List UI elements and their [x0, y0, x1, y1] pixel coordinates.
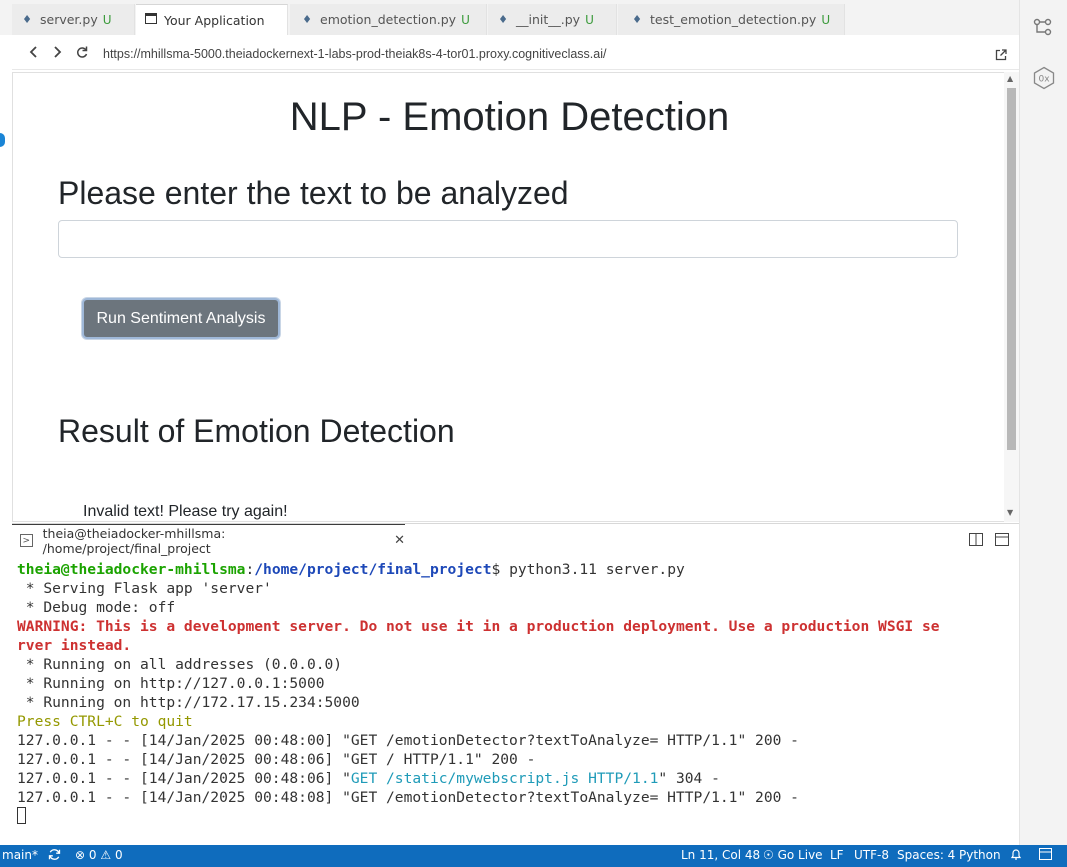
terminal-panel-header: > theia@theiadocker-mhillsma: /home/proj…	[12, 523, 1019, 556]
split-terminal-icon[interactable]	[969, 533, 983, 546]
eol-indicator[interactable]: LF	[830, 848, 844, 862]
text-to-analyze-input[interactable]	[58, 220, 958, 258]
terminal-actions	[969, 533, 1009, 546]
terminal-warning-line: rver instead.	[17, 637, 132, 654]
go-live-button[interactable]: ☉ Go Live	[763, 848, 823, 862]
open-external-icon[interactable]	[995, 46, 1007, 65]
toggle-panel-icon[interactable]	[995, 533, 1009, 546]
go-live-label: Go Live	[777, 848, 823, 862]
terminal-icon: >	[20, 534, 33, 547]
scroll-up-icon[interactable]: ▲	[1007, 74, 1013, 83]
tab-status: U	[585, 12, 594, 27]
url-text[interactable]: https://mhillsma-5000.theiadockernext-1-…	[103, 47, 606, 61]
encoding-indicator[interactable]: UTF-8	[854, 848, 889, 862]
log-suffix: " 304 -	[658, 770, 720, 787]
error-count: 0	[88, 848, 97, 862]
broadcast-icon: ☉	[763, 848, 774, 862]
forward-icon[interactable]	[52, 45, 62, 63]
terminal-output[interactable]: theia@theiadocker-mhillsma:/home/project…	[12, 556, 1019, 845]
cursor-position[interactable]: Ln 11, Col 48	[681, 848, 760, 862]
language-indicator[interactable]: Python	[959, 848, 1001, 862]
tab-init-py[interactable]: ♦ __init__.py U	[488, 4, 617, 35]
result-text: Invalid text! Please try again!	[83, 503, 288, 520]
terminal-cursor	[17, 807, 26, 824]
terminal-line: * Debug mode: off	[17, 599, 176, 616]
status-bar: main* ⊗ 0 ⚠ 0 Ln 11, Col 48 ☉ Go Live LF…	[0, 845, 1067, 867]
browser-viewport: NLP - Emotion Detection Please enter the…	[12, 72, 1005, 522]
log-prefix: 127.0.0.1 - - [14/Jan/2025 00:48:06] "	[17, 770, 351, 787]
prompt-separator: :	[245, 561, 255, 578]
prompt-heading: Please enter the text to be analyzed	[58, 175, 569, 211]
terminal-line: * Running on all addresses (0.0.0.0)	[17, 656, 343, 673]
sync-icon[interactable]	[48, 848, 61, 864]
notification-dot	[0, 133, 5, 147]
tab-label: test_emotion_detection.py	[650, 12, 817, 27]
browser-url-bar: https://mhillsma-5000.theiadockernext-1-…	[12, 38, 1019, 70]
log-request: GET /static/mywebscript.js HTTP/1.1	[350, 770, 659, 787]
terminal-line: Press CTRL+C to quit	[17, 713, 193, 730]
python-icon: ♦	[302, 13, 312, 26]
terminal-log-line: 127.0.0.1 - - [14/Jan/2025 00:48:06] "GE…	[17, 751, 536, 768]
branch-indicator[interactable]: main*	[2, 848, 38, 862]
terminal-cursor-line	[17, 807, 1019, 826]
tab-status: U	[821, 12, 831, 27]
close-icon[interactable]: ✕	[394, 533, 405, 548]
terminal-line: * Running on http://172.17.15.234:5000	[17, 694, 360, 711]
python-icon: ♦	[498, 13, 508, 26]
viewport-scrollbar[interactable]: ▲ ▼	[1004, 72, 1019, 522]
page-title: NLP - Emotion Detection	[289, 95, 730, 139]
tab-status: U	[102, 12, 112, 27]
editor-tab-bar: ♦ server.py U Your Application ♦ emotion…	[0, 0, 1019, 35]
problems-indicator[interactable]: ⊗ 0 ⚠ 0	[75, 848, 123, 862]
back-icon[interactable]	[29, 45, 39, 63]
tab-emotion-detection-py[interactable]: ♦ emotion_detection.py U	[290, 4, 487, 35]
ide-window: ♦ server.py U Your Application ♦ emotion…	[0, 0, 1067, 867]
layout-icon[interactable]	[1039, 848, 1052, 863]
terminal-tab-label: theia@theiadocker-mhillsma: /home/projec…	[42, 525, 226, 556]
terminal-warning-line: WARNING: This is a development server. D…	[17, 618, 940, 635]
terminal-line: * Running on http://127.0.0.1:5000	[17, 675, 325, 692]
prompt-user: theia@theiadocker-mhillsma	[17, 561, 246, 578]
run-sentiment-analysis-button[interactable]: Run Sentiment Analysis	[82, 298, 280, 339]
right-activity-bar: 0x	[1019, 0, 1067, 845]
svg-text:0x: 0x	[1038, 75, 1050, 85]
tab-label: __init__.py	[516, 12, 581, 27]
tab-test-emotion-detection-py[interactable]: ♦ test_emotion_detection.py U	[618, 4, 845, 35]
warning-icon: ⚠	[100, 848, 112, 862]
tab-label: Your Application	[164, 12, 265, 28]
terminal-log-line: 127.0.0.1 - - [14/Jan/2025 00:48:06] "GE…	[17, 769, 1019, 788]
terminal-tab[interactable]: > theia@theiadocker-mhillsma: /home/proj…	[12, 524, 405, 556]
prompt-dollar: $	[491, 561, 510, 578]
command-text: python3.11 server.py	[509, 561, 685, 578]
tab-label: server.py	[40, 12, 98, 27]
python-icon: ♦	[22, 13, 32, 26]
terminal-log-line: 127.0.0.1 - - [14/Jan/2025 00:48:00] "GE…	[17, 732, 799, 749]
terminal-log-line: 127.0.0.1 - - [14/Jan/2025 00:48:08] "GE…	[17, 789, 799, 806]
result-heading: Result of Emotion Detection	[58, 413, 455, 449]
scroll-down-icon[interactable]: ▼	[1007, 508, 1013, 517]
refresh-icon[interactable]	[76, 45, 88, 63]
tab-server-py[interactable]: ♦ server.py U	[12, 4, 135, 35]
warning-count: 0	[114, 848, 123, 862]
error-icon: ⊗	[75, 848, 86, 862]
indent-indicator[interactable]: Spaces: 4	[897, 848, 955, 862]
prompt-path: /home/project/final_project	[254, 561, 492, 578]
tab-label: emotion_detection.py	[320, 12, 457, 27]
terminal-prompt-line: theia@theiadocker-mhillsma:/home/project…	[17, 560, 1019, 579]
scroll-thumb[interactable]	[1007, 88, 1016, 450]
bell-icon[interactable]	[1010, 848, 1022, 864]
terminal-line: * Serving Flask app 'server'	[17, 580, 272, 597]
browser-icon	[144, 13, 158, 27]
outline-icon[interactable]	[1032, 16, 1054, 38]
hex-icon[interactable]: 0x	[1032, 66, 1056, 90]
tab-status: U	[461, 12, 470, 27]
python-icon: ♦	[632, 13, 642, 26]
tab-your-application[interactable]: Your Application	[136, 4, 288, 35]
